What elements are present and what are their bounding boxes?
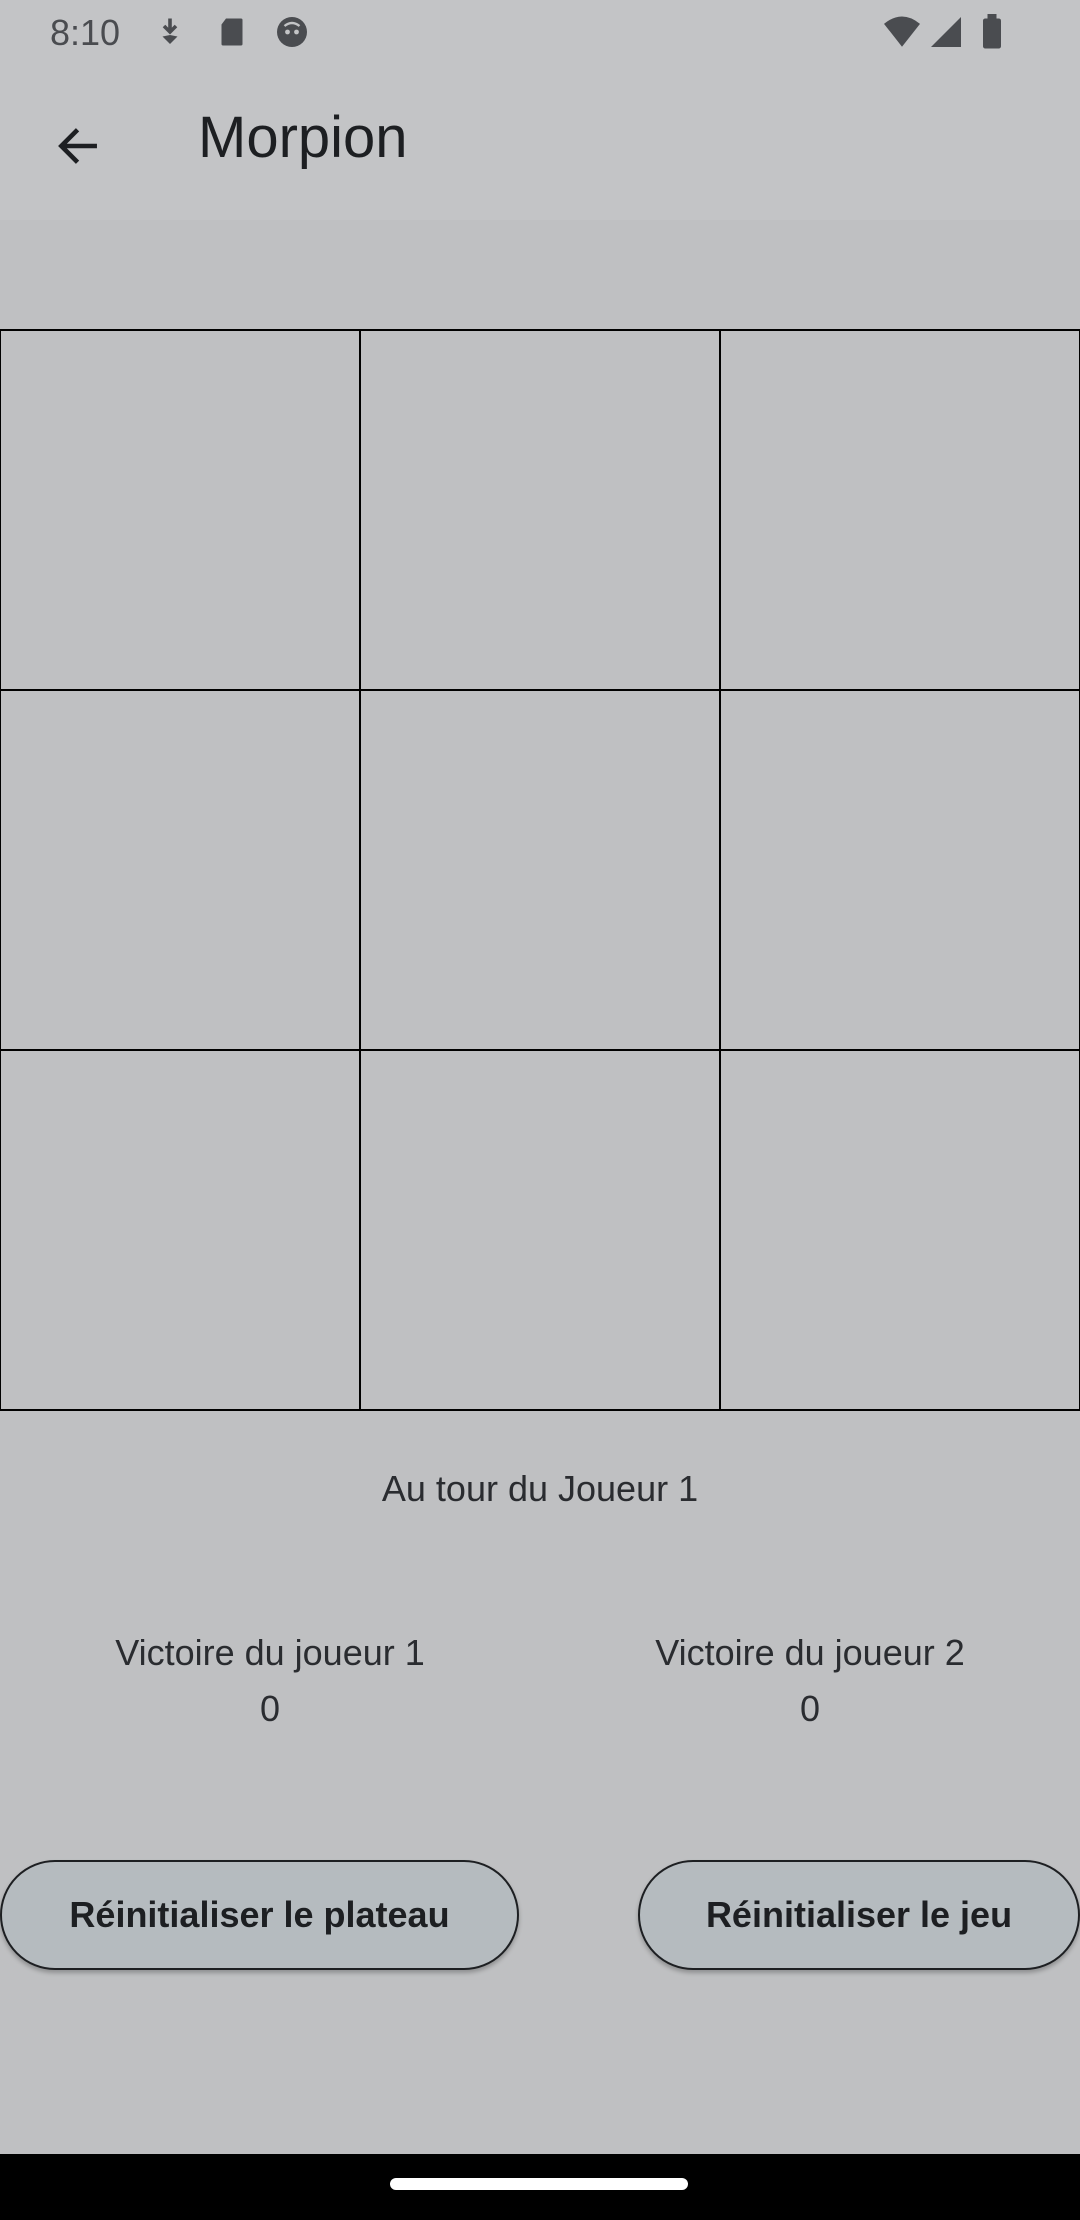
player1-score-value: 0 bbox=[259, 1688, 281, 1729]
reset-board-button[interactable]: Réinitialiser le plateau bbox=[0, 1860, 519, 1970]
navigation-bar bbox=[0, 2154, 1080, 2220]
home-indicator[interactable] bbox=[390, 2178, 688, 2190]
board-cell-5[interactable] bbox=[359, 689, 721, 1051]
board-cell-2[interactable] bbox=[359, 329, 721, 691]
reset-game-button[interactable]: Réinitialiser le jeu bbox=[638, 1860, 1080, 1970]
board-cell-3[interactable] bbox=[719, 329, 1080, 691]
player2-score-value: 0 bbox=[799, 1688, 821, 1729]
player1-score-label: Victoire du joueur 1 bbox=[115, 1632, 425, 1673]
download-icon bbox=[152, 14, 188, 50]
turn-indicator: Au tour du Joueur 1 bbox=[381, 1468, 699, 1509]
game-board bbox=[0, 329, 1080, 1411]
wifi-icon bbox=[882, 14, 922, 50]
board-cell-8[interactable] bbox=[359, 1049, 721, 1411]
board-cell-1[interactable] bbox=[0, 329, 361, 691]
board-cell-6[interactable] bbox=[719, 689, 1080, 1051]
status-time: 8:10 bbox=[50, 12, 121, 53]
app-bar: Morpion bbox=[0, 64, 1080, 220]
sd-card-icon bbox=[214, 14, 250, 50]
signal-icon bbox=[928, 14, 964, 50]
arrow-back-icon bbox=[53, 121, 103, 176]
android-icon bbox=[274, 14, 310, 50]
status-bar: 8:10 bbox=[0, 0, 1080, 64]
player2-score: Victoire du joueur 2 0 bbox=[540, 1632, 1080, 1730]
player2-score-label: Victoire du joueur 2 bbox=[655, 1632, 965, 1673]
board-cell-7[interactable] bbox=[0, 1049, 361, 1411]
board-cell-4[interactable] bbox=[0, 689, 361, 1051]
board-cell-9[interactable] bbox=[719, 1049, 1080, 1411]
battery-icon bbox=[978, 14, 1006, 50]
page-title: Morpion bbox=[198, 105, 408, 170]
back-button[interactable] bbox=[42, 112, 114, 184]
player1-score: Victoire du joueur 1 0 bbox=[0, 1632, 540, 1730]
